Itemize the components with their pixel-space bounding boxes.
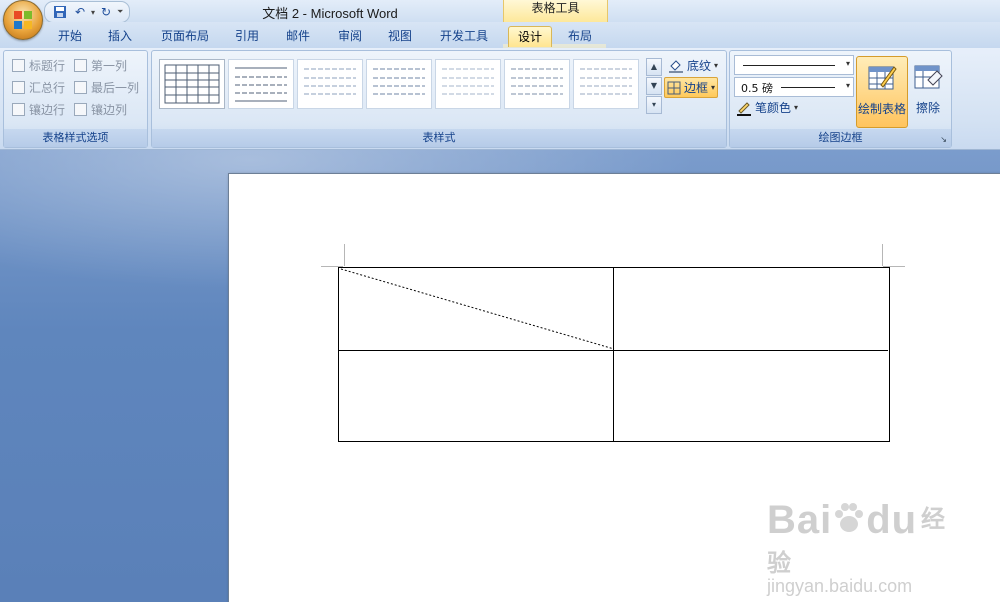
tab-view[interactable]: 视图 xyxy=(380,26,420,46)
watermark-brand-suffix: du xyxy=(866,498,918,542)
group-label: 表样式 xyxy=(152,129,726,147)
tab-references[interactable]: 引用 xyxy=(227,26,267,46)
pen-color-label: 笔颜色 xyxy=(755,101,792,115)
checkbox-box xyxy=(74,81,87,94)
styles-scroll-up-icon[interactable]: ▲ xyxy=(646,58,662,76)
table-style-grid[interactable] xyxy=(159,59,225,109)
eraser-icon xyxy=(914,65,943,89)
banded-rows-checkbox[interactable]: 镶边行 xyxy=(12,101,65,118)
watermark-brand: Bai xyxy=(767,498,833,542)
redo-icon[interactable]: ↻ xyxy=(97,3,115,21)
tab-developer[interactable]: 开发工具 xyxy=(432,26,496,46)
ribbon: 标题行 第一列 汇总行 最后一列 镶边行 镶边列 表格样式选项 ▲ ▼ ▾ 底纹… xyxy=(0,48,1000,150)
table-style-simple-3[interactable] xyxy=(366,59,432,109)
office-logo-icon xyxy=(14,11,32,29)
header-row-checkbox[interactable]: 标题行 xyxy=(12,57,65,74)
context-tab-group-label: 表格工具 xyxy=(503,0,608,23)
table-style-simple-5[interactable] xyxy=(504,59,570,109)
qat-customize-icon[interactable]: ⏷ xyxy=(117,7,123,17)
table-cell[interactable] xyxy=(614,268,888,351)
checkbox-box xyxy=(74,103,87,116)
checkbox-box xyxy=(74,59,87,72)
shading-dropdown-icon: ▾ xyxy=(714,61,719,70)
borders-dropdown-icon: ▾ xyxy=(711,83,716,92)
checkbox-label: 镶边列 xyxy=(91,103,128,117)
paw-icon xyxy=(835,503,864,532)
line-weight-dropdown-icon: ▾ xyxy=(845,81,850,90)
checkbox-label: 汇总行 xyxy=(29,81,66,95)
paint-bucket-icon xyxy=(669,59,683,73)
pen-color-dropdown-icon: ▾ xyxy=(794,103,799,112)
checkbox-label: 第一列 xyxy=(91,59,128,73)
group-table-styles: ▲ ▼ ▾ 底纹 ▾ 边框 ▾ 表样式 xyxy=(151,50,727,148)
title-bar: 文档 2 - Microsoft Word 表格工具 xyxy=(0,0,1000,23)
crop-mark xyxy=(882,244,883,266)
checkbox-box xyxy=(12,81,25,94)
line-weight-dropdown[interactable]: 0.5 磅 ▾ xyxy=(734,77,854,97)
line-weight-value: 0.5 磅 xyxy=(741,82,773,95)
table-cell[interactable] xyxy=(614,351,888,441)
tab-insert[interactable]: 插入 xyxy=(100,26,140,46)
quick-access-toolbar: ↶ ▾ ↻ ⏷ xyxy=(44,1,131,23)
banded-columns-checkbox[interactable]: 镶边列 xyxy=(74,101,127,118)
shading-label: 底纹 xyxy=(687,59,712,73)
checkbox-box xyxy=(12,103,25,116)
table-style-simple-6[interactable] xyxy=(573,59,639,109)
table-style-simple-4[interactable] xyxy=(435,59,501,109)
checkbox-box xyxy=(12,59,25,72)
table-style-simple-2[interactable] xyxy=(297,59,363,109)
eraser-button[interactable]: 擦除 xyxy=(908,56,948,126)
line-style-dropdown[interactable]: ▾ xyxy=(734,55,854,75)
tab-layout[interactable]: 布局 xyxy=(560,26,600,46)
document-table[interactable] xyxy=(338,267,890,442)
draw-table-icon xyxy=(868,66,897,90)
undo-dropdown-icon[interactable]: ▾ xyxy=(91,8,95,17)
crop-mark xyxy=(344,244,345,266)
line-style-sample xyxy=(743,65,835,66)
office-button[interactable] xyxy=(3,0,43,40)
group-draw-borders: ▾ 0.5 磅 ▾ 笔颜色 ▾ 绘制表格 擦除 绘图边框 ↘ xyxy=(729,50,952,148)
table-style-simple-1[interactable] xyxy=(228,59,294,109)
diagonal-draw-line xyxy=(340,268,615,350)
group-table-style-options: 标题行 第一列 汇总行 最后一列 镶边行 镶边列 表格样式选项 xyxy=(3,50,148,148)
borders-label: 边框 xyxy=(684,81,709,95)
last-column-checkbox[interactable]: 最后一列 xyxy=(74,79,139,96)
undo-icon[interactable]: ↶ xyxy=(71,3,89,21)
tab-review[interactable]: 审阅 xyxy=(330,26,370,46)
tab-page-layout[interactable]: 页面布局 xyxy=(155,26,215,46)
borders-button[interactable]: 边框 ▾ xyxy=(664,77,719,98)
shading-button[interactable]: 底纹 ▾ xyxy=(666,56,720,75)
save-icon[interactable] xyxy=(51,3,69,21)
checkbox-label: 镶边行 xyxy=(29,103,66,117)
table-cell[interactable] xyxy=(339,351,614,441)
styles-more-icon[interactable]: ▾ xyxy=(646,96,662,114)
baidu-watermark: Bai du 经验 jingyan.baidu.com xyxy=(767,498,957,596)
borders-icon xyxy=(667,81,681,94)
checkbox-label: 最后一列 xyxy=(91,81,140,95)
group-label: 表格样式选项 xyxy=(4,129,147,147)
styles-scroll-down-icon[interactable]: ▼ xyxy=(646,77,662,95)
draw-table-button[interactable]: 绘制表格 xyxy=(856,56,908,128)
tab-design[interactable]: 设计 xyxy=(508,26,552,47)
tab-home[interactable]: 开始 xyxy=(50,26,90,46)
checkbox-label: 标题行 xyxy=(29,59,66,73)
draw-table-label: 绘制表格 xyxy=(857,102,906,116)
document-workspace: Bai du 经验 jingyan.baidu.com xyxy=(0,150,1000,602)
pen-icon xyxy=(737,101,751,116)
line-weight-sample xyxy=(781,87,835,88)
total-row-checkbox[interactable]: 汇总行 xyxy=(12,79,65,96)
ribbon-tabs: 开始 插入 页面布局 引用 邮件 审阅 视图 开发工具 设计 布局 xyxy=(0,22,1000,70)
watermark-url: jingyan.baidu.com xyxy=(767,576,913,596)
group-label: 绘图边框 xyxy=(730,129,951,147)
dialog-launcher-icon[interactable]: ↘ xyxy=(940,135,947,144)
tab-mailings[interactable]: 邮件 xyxy=(278,26,318,46)
first-column-checkbox[interactable]: 第一列 xyxy=(74,57,127,74)
eraser-label: 擦除 xyxy=(915,101,940,115)
line-style-dropdown-icon: ▾ xyxy=(845,59,850,68)
pen-color-button[interactable]: 笔颜色 ▾ xyxy=(736,99,798,116)
